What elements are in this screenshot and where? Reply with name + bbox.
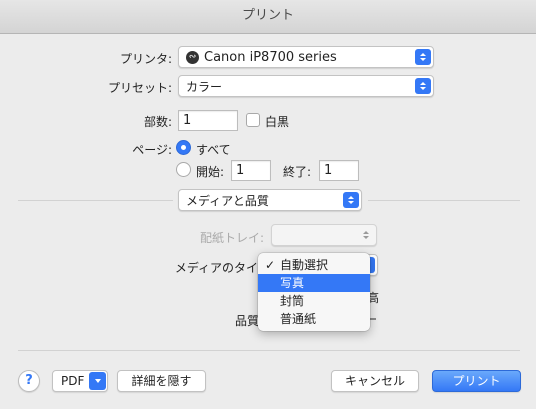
- media-type-label: メディアのタイプ: [174, 261, 270, 275]
- menu-item-plain-paper[interactable]: 普通紙: [258, 310, 370, 328]
- checkmark-icon: ✓: [265, 258, 276, 272]
- hide-details-button[interactable]: 詳細を隠す: [117, 370, 206, 392]
- pages-from-field[interactable]: 1: [231, 160, 271, 181]
- pdf-label: PDF: [61, 374, 85, 388]
- paper-tray-label: 配紙トレイ:: [199, 231, 264, 245]
- menu-item-auto[interactable]: ✓ 自動選択: [258, 256, 370, 274]
- help-button[interactable]: ?: [18, 370, 40, 392]
- presets-popup[interactable]: カラー: [178, 75, 434, 97]
- window-titlebar: プリント: [0, 0, 536, 34]
- quality-label: 品質: [235, 314, 260, 328]
- print-button[interactable]: プリント: [432, 370, 521, 392]
- printer-value: Canon iP8700 series: [204, 49, 337, 65]
- copies-field[interactable]: 1: [178, 110, 238, 131]
- cancel-button[interactable]: キャンセル: [331, 370, 419, 392]
- bw-checkbox[interactable]: [246, 113, 260, 127]
- bw-label: 白黒: [265, 115, 290, 129]
- paper-tray-popup: [271, 224, 377, 246]
- section-value: メディアと品質: [186, 193, 269, 208]
- chevron-updown-icon: [343, 192, 359, 208]
- chevron-down-icon: [89, 372, 106, 390]
- presets-label: プリセット:: [107, 81, 172, 95]
- copies-label: 部数:: [143, 115, 172, 129]
- pages-all-radio[interactable]: [176, 140, 191, 155]
- footer-divider: [18, 350, 520, 351]
- pages-label: ページ:: [132, 143, 172, 157]
- divider-right: [368, 200, 520, 201]
- menu-item-envelope[interactable]: 封筒: [258, 292, 370, 310]
- chevron-updown-icon: [415, 49, 431, 65]
- pages-to-field[interactable]: 1: [319, 160, 359, 181]
- printer-label: プリンタ:: [119, 52, 172, 66]
- printer-popup[interactable]: ∾ Canon iP8700 series: [178, 46, 434, 68]
- pages-to-label: 終了:: [283, 165, 312, 179]
- menu-item-photo[interactable]: 写真: [258, 274, 370, 292]
- chevron-updown-icon: [358, 227, 374, 243]
- presets-value: カラー: [186, 79, 223, 94]
- window-title: プリント: [241, 8, 294, 23]
- pages-from-label: 開始:: [196, 165, 225, 179]
- section-popup[interactable]: メディアと品質: [178, 189, 362, 211]
- printer-icon: ∾: [186, 50, 199, 64]
- pdf-menu-button[interactable]: PDF: [52, 370, 108, 392]
- media-type-menu: ✓ 自動選択 写真 封筒 普通紙: [258, 253, 370, 331]
- divider-left: [18, 200, 173, 201]
- pages-range-radio[interactable]: [176, 162, 191, 177]
- pages-all-label: すべて: [196, 143, 231, 157]
- chevron-updown-icon: [415, 78, 431, 94]
